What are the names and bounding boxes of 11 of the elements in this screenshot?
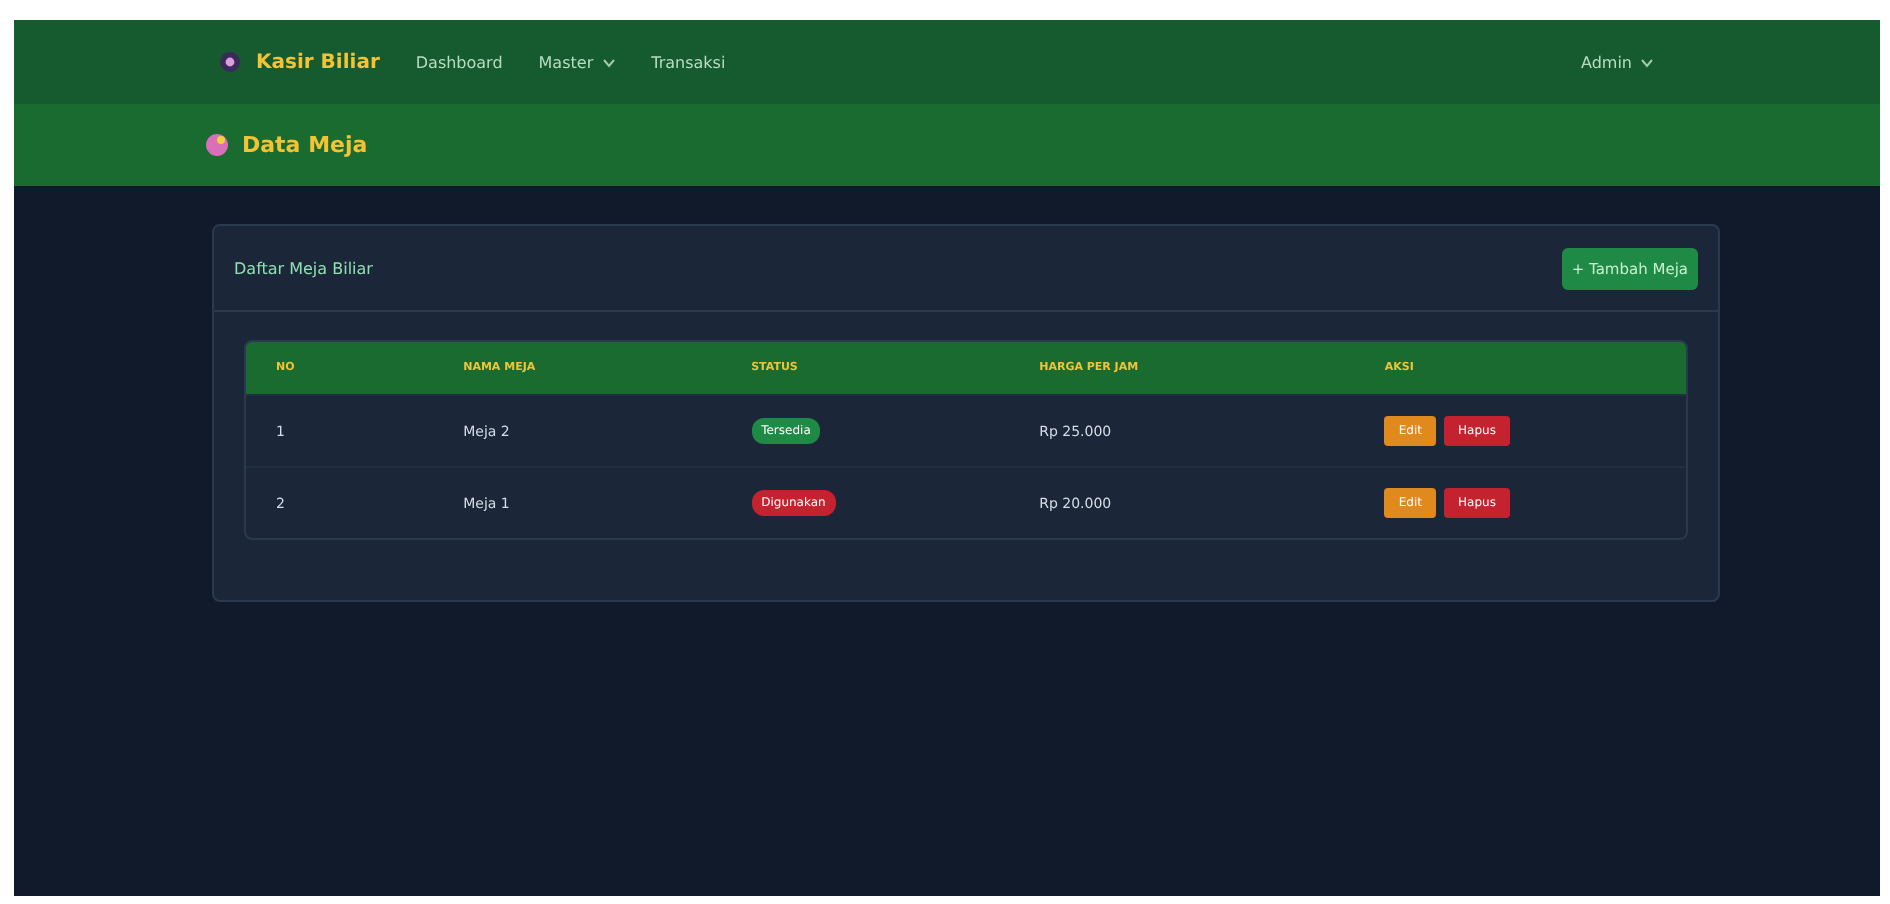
billiard-ball-icon [206,134,228,156]
nav-link[interactable]: Transaksi [651,53,726,71]
caret-icon [1640,57,1654,67]
caret-icon [601,57,616,67]
brand-name[interactable]: Kasir Biliar [256,51,380,73]
page-title: Data Meja [242,132,368,158]
nav-link[interactable]: Dashboard [415,53,503,71]
card-title: Daftar Meja Biliar [234,259,373,277]
user-menu[interactable]: Admin [1581,53,1654,71]
nav-link[interactable]: Master [538,53,616,71]
billiard-ball-icon [220,52,240,72]
